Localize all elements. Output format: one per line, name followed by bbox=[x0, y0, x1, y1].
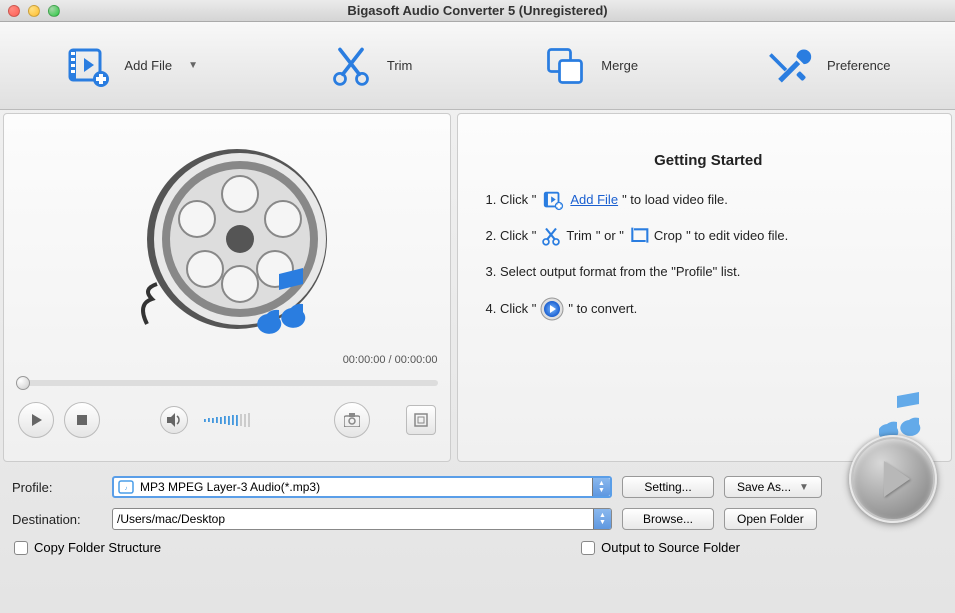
volume-button[interactable] bbox=[160, 406, 188, 434]
setting-button[interactable]: Setting... bbox=[622, 476, 714, 498]
step-4: 4. Click " " to convert. bbox=[486, 297, 932, 321]
scissors-inline-icon bbox=[540, 226, 562, 246]
merge-icon bbox=[541, 42, 589, 90]
main-toolbar: Add File ▼ Trim Merge bbox=[0, 22, 955, 110]
window-title: Bigasoft Audio Converter 5 (Unregistered… bbox=[347, 3, 607, 18]
dropdown-chevron-icon[interactable]: ▼ bbox=[188, 60, 198, 71]
output-to-source-checkbox[interactable]: Output to Source Folder bbox=[581, 540, 740, 555]
seek-slider[interactable] bbox=[16, 380, 438, 386]
checkbox-icon bbox=[581, 541, 595, 555]
convert-button[interactable] bbox=[849, 435, 937, 523]
dropdown-spinner-icon[interactable]: ▲▼ bbox=[593, 509, 611, 529]
preview-area: 00:00:00 / 00:00:00 bbox=[4, 114, 450, 374]
add-file-label: Add File bbox=[124, 58, 172, 73]
svg-text:♪: ♪ bbox=[125, 486, 128, 492]
checkbox-icon bbox=[14, 541, 28, 555]
preview-panel: 00:00:00 / 00:00:00 bbox=[3, 113, 451, 462]
profile-dropdown[interactable]: ♪ MP3 MPEG Layer-3 Audio(*.mp3) ▲▼ bbox=[112, 476, 612, 498]
dropdown-spinner-icon[interactable]: ▲▼ bbox=[592, 478, 610, 496]
add-file-inline-icon bbox=[540, 189, 566, 211]
destination-label: Destination: bbox=[12, 512, 102, 527]
trim-label: Trim bbox=[387, 58, 413, 73]
snapshot-button[interactable] bbox=[334, 402, 370, 438]
step-2: 2. Click " Trim " or " Crop " to edit vi… bbox=[486, 225, 932, 247]
save-as-button[interactable]: Save As... ▼ bbox=[724, 476, 822, 498]
copy-folder-structure-checkbox[interactable]: Copy Folder Structure bbox=[14, 540, 161, 555]
getting-started-title: Getting Started bbox=[486, 152, 932, 169]
film-reel-icon bbox=[127, 144, 327, 344]
titlebar: Bigasoft Audio Converter 5 (Unregistered… bbox=[0, 0, 955, 22]
destination-value: /Users/mac/Desktop bbox=[117, 512, 225, 526]
add-file-link[interactable]: Add File bbox=[570, 189, 618, 211]
tools-icon bbox=[767, 42, 815, 90]
play-button[interactable] bbox=[18, 402, 54, 438]
mp3-icon: ♪ bbox=[118, 479, 134, 495]
profile-value: MP3 MPEG Layer-3 Audio(*.mp3) bbox=[140, 480, 320, 494]
merge-button[interactable]: Merge bbox=[541, 42, 638, 90]
play-triangle-icon bbox=[884, 461, 910, 497]
step-1: 1. Click " Add File " to load video file… bbox=[486, 189, 932, 211]
destination-dropdown[interactable]: /Users/mac/Desktop ▲▼ bbox=[112, 508, 612, 530]
browse-button[interactable]: Browse... bbox=[622, 508, 714, 530]
zoom-window-button[interactable] bbox=[48, 5, 60, 17]
add-file-icon bbox=[64, 42, 112, 90]
output-settings: Profile: ♪ MP3 MPEG Layer-3 Audio(*.mp3)… bbox=[0, 462, 955, 563]
close-window-button[interactable] bbox=[8, 5, 20, 17]
profile-label: Profile: bbox=[12, 480, 102, 495]
convert-inline-icon bbox=[540, 297, 564, 321]
volume-slider[interactable] bbox=[204, 415, 294, 425]
merge-label: Merge bbox=[601, 58, 638, 73]
getting-started-panel: Getting Started 1. Click " Add File " to… bbox=[457, 113, 953, 462]
fullscreen-button[interactable] bbox=[406, 405, 436, 435]
seek-thumb[interactable] bbox=[16, 376, 30, 390]
add-file-button[interactable]: Add File ▼ bbox=[64, 42, 198, 90]
time-display: 00:00:00 / 00:00:00 bbox=[343, 354, 438, 366]
minimize-window-button[interactable] bbox=[28, 5, 40, 17]
stop-button[interactable] bbox=[64, 402, 100, 438]
step-3: 3. Select output format from the "Profil… bbox=[486, 261, 932, 283]
preference-label: Preference bbox=[827, 58, 891, 73]
trim-button[interactable]: Trim bbox=[327, 42, 413, 90]
dropdown-chevron-icon: ▼ bbox=[799, 482, 809, 493]
open-folder-button[interactable]: Open Folder bbox=[724, 508, 817, 530]
crop-inline-icon bbox=[628, 226, 650, 246]
preference-button[interactable]: Preference bbox=[767, 42, 891, 90]
scissors-icon bbox=[327, 42, 375, 90]
